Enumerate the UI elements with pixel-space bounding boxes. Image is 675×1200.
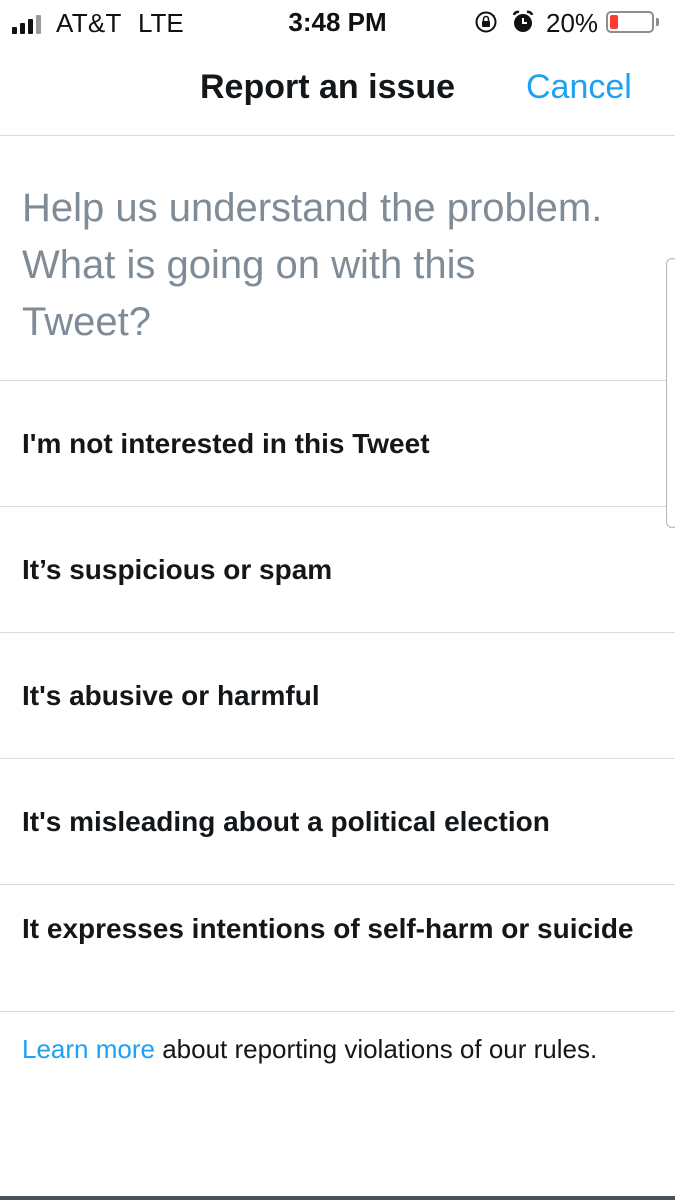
report-options-list: I'm not interested in this Tweet It’s su… — [0, 380, 675, 1011]
footer: Learn more about reporting violations of… — [0, 1011, 675, 1064]
bottom-edge-divider — [0, 1196, 675, 1200]
status-bar: AT&T LTE 3:48 PM 20% — [0, 0, 675, 44]
alarm-icon — [512, 10, 534, 32]
battery-percentage: 20% — [546, 8, 599, 38]
orientation-lock-icon — [475, 11, 497, 33]
cancel-button[interactable]: Cancel — [526, 68, 632, 107]
footer-text: Learn more about reporting violations of… — [22, 1034, 597, 1065]
option-label: I'm not interested in this Tweet — [22, 428, 430, 459]
battery-icon — [606, 11, 654, 33]
option-label: It expresses intentions of self-harm or … — [22, 913, 634, 944]
option-misleading-election[interactable]: It's misleading about a political electi… — [0, 758, 675, 884]
prompt-line: Tweet? — [22, 300, 151, 344]
scroll-indicator[interactable] — [666, 258, 675, 528]
footer-description: about reporting violations of our rules. — [154, 1034, 598, 1064]
learn-more-link[interactable]: Learn more — [22, 1034, 155, 1064]
option-suspicious-or-spam[interactable]: It’s suspicious or spam — [0, 506, 675, 632]
battery-level-fill — [610, 15, 618, 29]
report-prompt: Help us understand the problem. What is … — [22, 180, 662, 351]
option-label: It’s suspicious or spam — [22, 554, 333, 585]
battery-tip — [656, 18, 659, 26]
option-abusive-or-harmful[interactable]: It's abusive or harmful — [0, 632, 675, 758]
page-title: Report an issue — [200, 68, 456, 106]
option-label: It's abusive or harmful — [22, 680, 320, 711]
prompt-line: Help us understand the problem. — [22, 186, 603, 230]
navigation-header: Report an issue Cancel — [0, 44, 675, 136]
prompt-line: What is going on with this — [22, 243, 476, 287]
option-not-interested[interactable]: I'm not interested in this Tweet — [0, 380, 675, 506]
option-self-harm[interactable]: It expresses intentions of self-harm or … — [0, 884, 675, 1011]
option-label: It's misleading about a political electi… — [22, 806, 550, 837]
